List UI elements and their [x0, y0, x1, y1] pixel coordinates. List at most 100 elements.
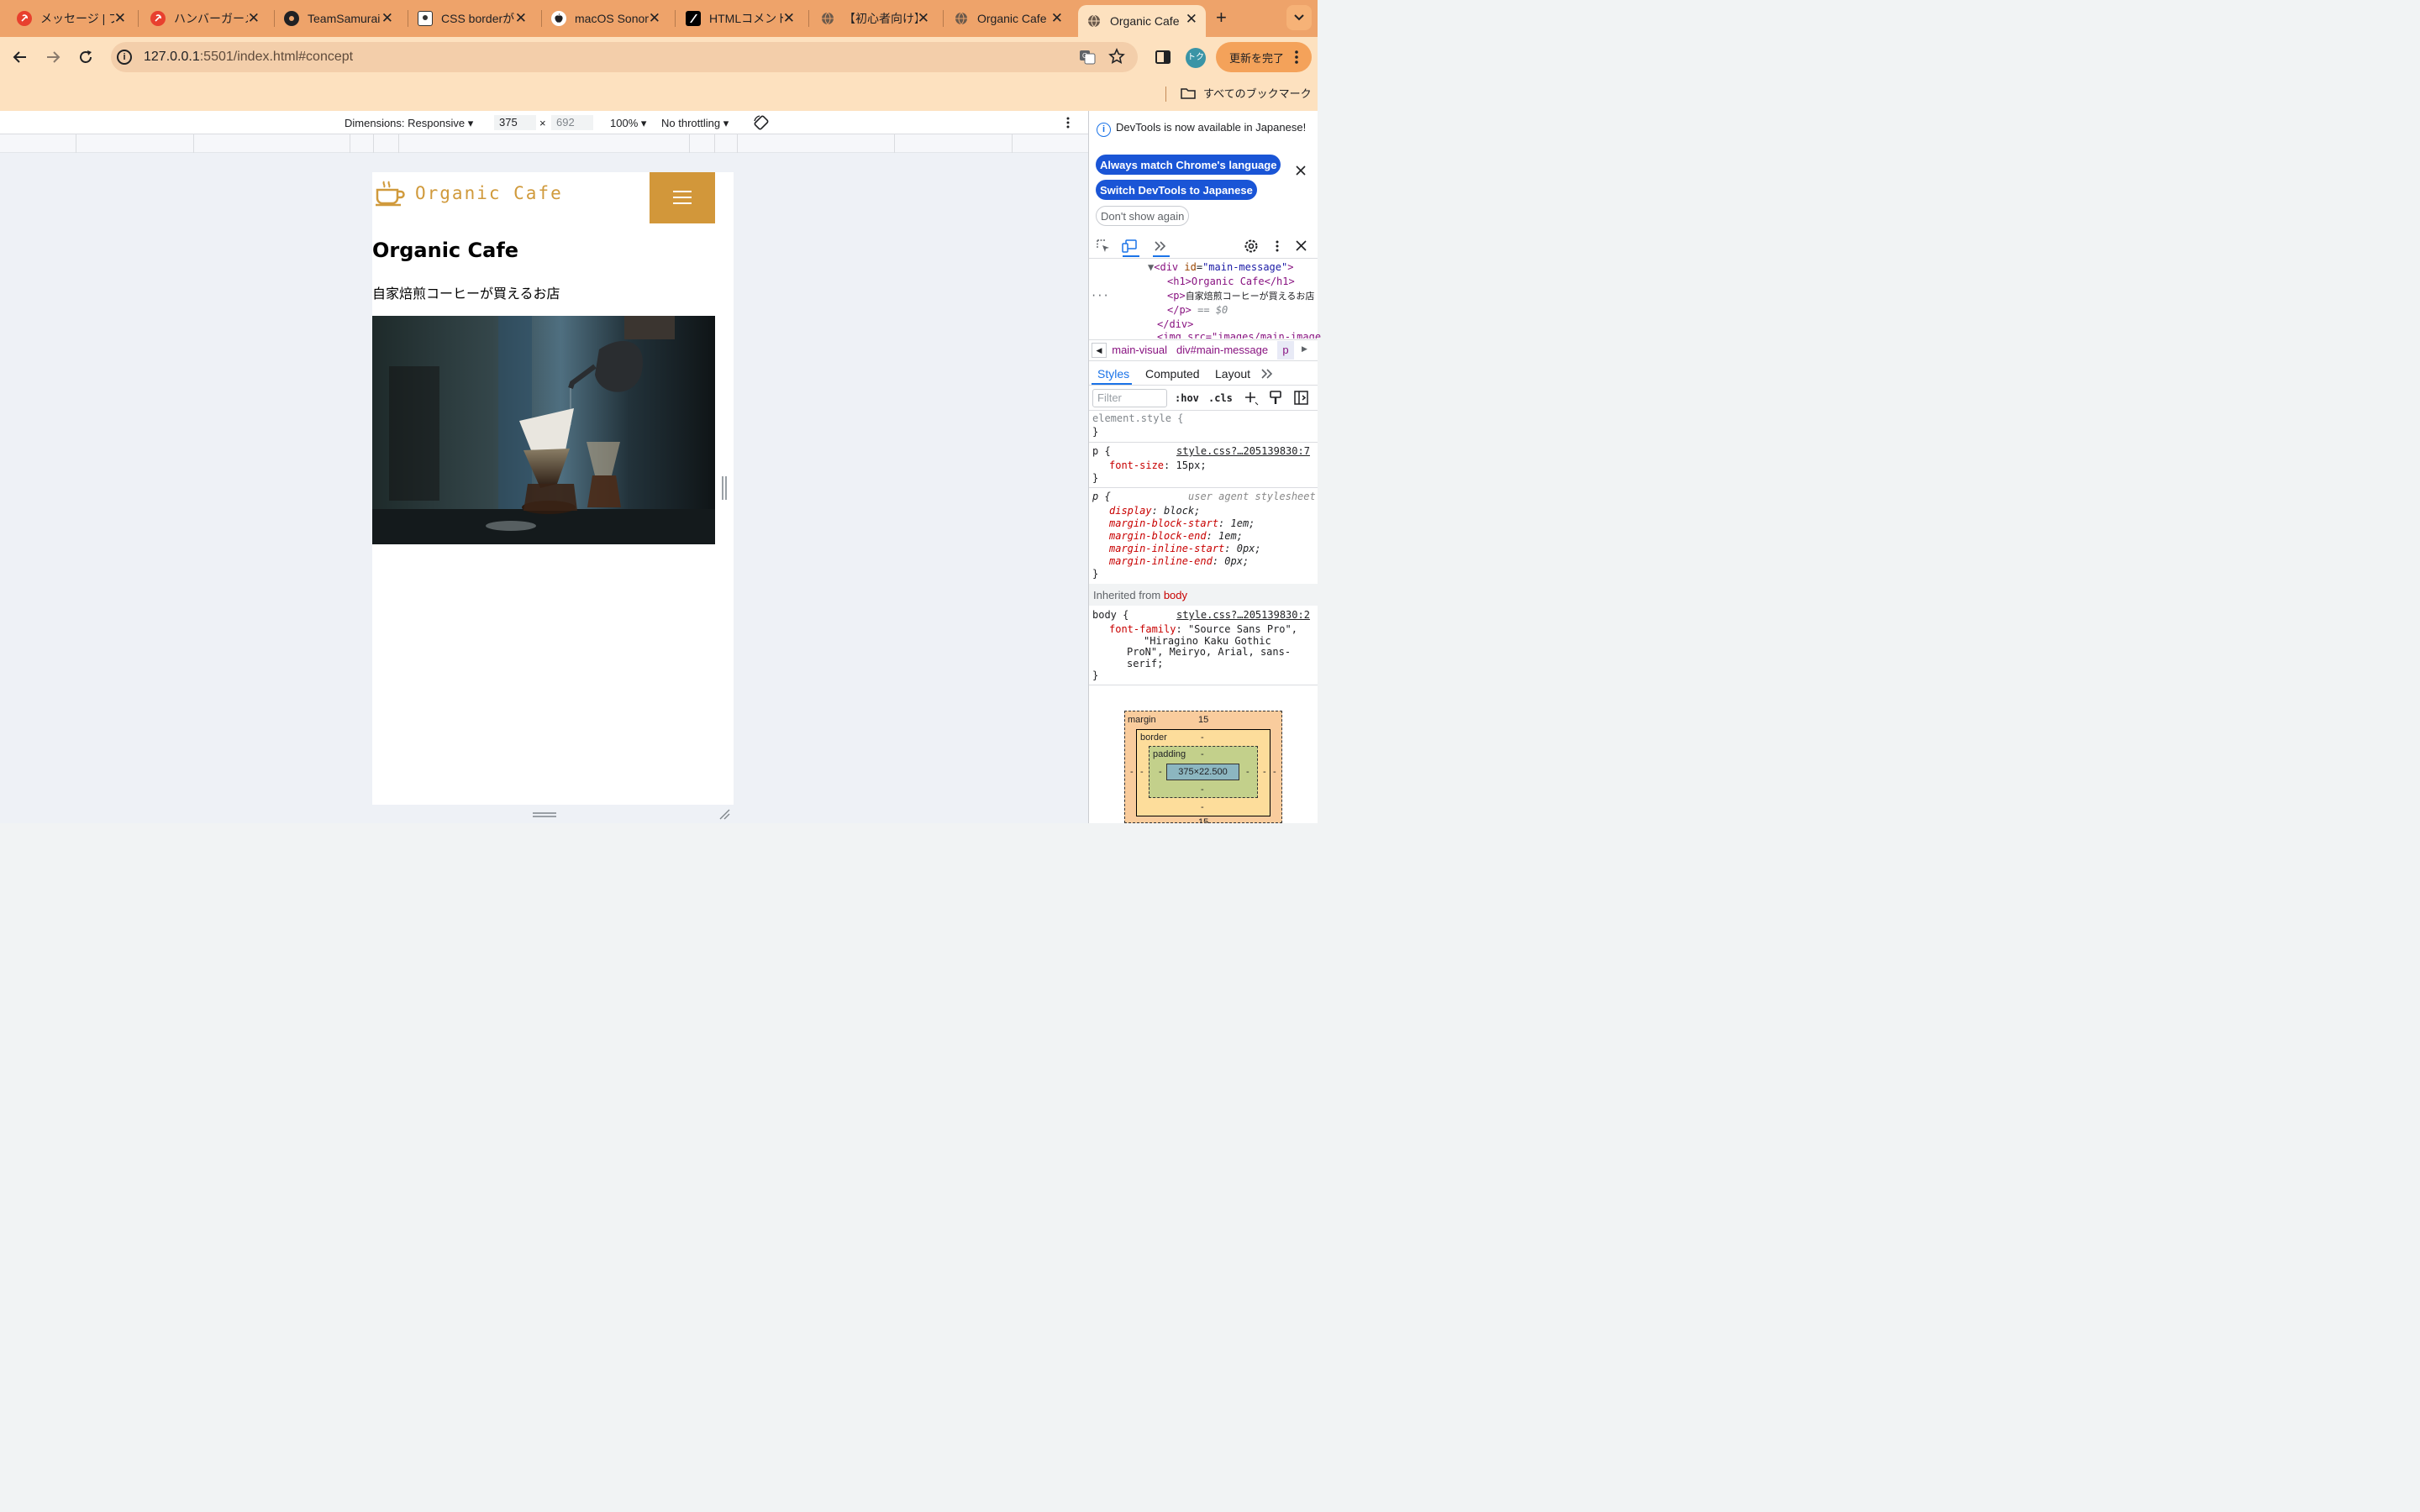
ua-rule-selector[interactable]: p { — [1092, 491, 1111, 503]
more-style-tabs-icon[interactable] — [1260, 368, 1274, 380]
border-right-value[interactable]: - — [1263, 767, 1266, 777]
more-tabs-chevron-icon[interactable] — [1154, 240, 1167, 252]
tab-1[interactable]: メッセージ | ブ ✕ — [17, 0, 134, 37]
tab-2[interactable]: ハンバーガーメ ✕ — [150, 0, 268, 37]
always-match-language-button[interactable]: Always match Chrome's language — [1096, 155, 1281, 175]
border-top-value[interactable]: - — [1201, 732, 1204, 743]
breadcrumb-main-visual[interactable]: main-visual — [1110, 344, 1167, 356]
body-rule-source-link[interactable]: style.css?…205139830:2 — [1176, 609, 1310, 622]
box-model-content-size[interactable]: 375×22.500 — [1166, 764, 1239, 780]
margin-left-value[interactable]: - — [1130, 767, 1134, 777]
close-devtools-icon[interactable] — [1296, 240, 1307, 251]
margin-right-value[interactable]: - — [1273, 767, 1276, 777]
dom-ellipsis-icon[interactable]: ··· — [1091, 289, 1109, 303]
new-tab-icon[interactable]: + — [1216, 8, 1227, 27]
device-more-icon[interactable] — [1066, 117, 1070, 129]
dom-node-img[interactable]: <img src="images/main-image — [1157, 332, 1321, 339]
hamburger-menu-button[interactable] — [650, 172, 715, 223]
all-bookmarks-link[interactable]: すべてのブックマーク — [1203, 85, 1312, 101]
device-height-input[interactable]: 692 — [551, 115, 593, 130]
paint-brush-icon[interactable] — [1269, 391, 1282, 406]
p-rule-source-link[interactable]: style.css?…205139830:7 — [1176, 445, 1310, 458]
tab-7[interactable]: 【初心者向け】 ✕ — [820, 0, 938, 37]
p-font-size-declaration[interactable]: font-size: 15px; — [1109, 459, 1207, 472]
close-tab-icon[interactable]: ✕ — [649, 11, 660, 25]
p-rule-selector[interactable]: p { — [1092, 445, 1111, 458]
reload-icon[interactable] — [77, 49, 94, 66]
switch-to-japanese-button[interactable]: Switch DevTools to Japanese — [1096, 180, 1257, 200]
kebab-menu-icon[interactable] — [1295, 50, 1298, 64]
padding-bottom-value[interactable]: - — [1201, 785, 1204, 795]
styles-filter-input[interactable]: Filter — [1092, 389, 1167, 407]
new-rule-icon[interactable] — [1244, 391, 1259, 406]
profile-avatar[interactable]: トク — [1186, 48, 1206, 68]
close-tab-icon[interactable]: ✕ — [381, 11, 393, 25]
url-text[interactable]: 127.0.0.1:5501/index.html#concept — [144, 49, 353, 66]
breadcrumb-p[interactable]: p — [1277, 341, 1294, 360]
close-tab-icon[interactable]: ✕ — [1051, 11, 1063, 25]
close-tab-icon[interactable]: ✕ — [515, 11, 527, 25]
sidebar-toggle-icon[interactable] — [1294, 391, 1308, 405]
translate-icon[interactable]: G — [1079, 49, 1096, 66]
element-style-rule[interactable]: element.style { — [1092, 412, 1183, 425]
inspect-element-icon[interactable] — [1097, 239, 1110, 253]
margin-bottom-value[interactable]: 15 — [1198, 818, 1208, 823]
tab-search-button[interactable] — [1286, 5, 1312, 30]
dom-node-h1[interactable]: <h1>Organic Cafe</h1> — [1167, 275, 1295, 289]
resize-handle-right[interactable] — [722, 476, 723, 500]
body-rule-selector[interactable]: body { — [1092, 609, 1128, 622]
dont-show-again-button[interactable]: Don't show again — [1096, 206, 1190, 226]
dimensions-select[interactable]: Dimensions: Responsive ▾ — [345, 117, 473, 130]
forward-icon[interactable] — [45, 49, 61, 66]
settings-gear-icon[interactable] — [1244, 239, 1259, 254]
resize-handle-bottom[interactable] — [533, 812, 556, 814]
height-value: 692 — [556, 116, 575, 129]
tab-layout[interactable]: Layout — [1215, 367, 1250, 381]
bookmark-star-icon[interactable] — [1108, 48, 1125, 65]
padding-top-value[interactable]: - — [1201, 749, 1204, 759]
class-toggle[interactable]: .cls — [1208, 392, 1233, 405]
tab-5[interactable]: macOS Sonoma ✕ — [551, 0, 669, 37]
side-panel-icon[interactable] — [1155, 50, 1171, 65]
close-tab-icon[interactable]: ✕ — [1186, 12, 1197, 26]
body-font-family-declaration[interactable]: font-family: "Source Sans Pro", — [1109, 623, 1297, 636]
close-tab-icon[interactable]: ✕ — [248, 11, 260, 25]
border-left-value[interactable]: - — [1140, 767, 1144, 777]
site-info-icon[interactable]: i — [117, 50, 132, 65]
tab-styles[interactable]: Styles — [1097, 367, 1129, 381]
tab-6[interactable]: HTMLコメント ✕ — [686, 0, 803, 37]
site-logo-text[interactable]: Organic Cafe — [415, 183, 563, 203]
close-notice-icon[interactable] — [1295, 165, 1307, 176]
tab-4[interactable]: CSS borderが ✕ — [418, 0, 535, 37]
tab-9-active[interactable]: Organic Cafe ✕ — [1078, 5, 1206, 37]
throttling-select[interactable]: No throttling ▾ — [661, 117, 729, 130]
tab-3[interactable]: TeamSamurai ✕ — [284, 0, 402, 37]
border-bottom-value[interactable]: - — [1201, 802, 1204, 812]
rotate-icon[interactable] — [753, 114, 770, 131]
hover-state-toggle[interactable]: :hov — [1175, 392, 1199, 405]
breadcrumb-main-message[interactable]: div#main-message — [1176, 344, 1268, 356]
breadcrumb-right-icon[interactable]: ▶ — [1302, 344, 1307, 354]
hero-coffee-photo — [372, 316, 715, 544]
devtools-kebab-icon[interactable] — [1276, 240, 1279, 252]
inherited-from-link[interactable]: body — [1164, 589, 1187, 601]
zoom-select[interactable]: 100% ▾ — [610, 117, 646, 130]
dom-node-div[interactable]: ▼<div id="main-message"> — [1148, 260, 1293, 275]
device-width-input[interactable]: 375 — [494, 115, 536, 130]
tab-computed[interactable]: Computed — [1145, 367, 1200, 381]
viewport-bottom-bar — [372, 805, 734, 823]
hamburger-line — [673, 197, 692, 198]
dom-node-p[interactable]: <p>自家焙煎コーヒーが買えるお店 — [1167, 289, 1314, 303]
padding-right-value[interactable]: - — [1246, 767, 1249, 777]
margin-top-value[interactable]: 15 — [1198, 715, 1208, 725]
tab-8[interactable]: Organic Cafe ✕ — [954, 0, 1071, 37]
resize-corner-icon[interactable] — [718, 808, 730, 820]
close-tab-icon[interactable]: ✕ — [918, 11, 929, 25]
close-tab-icon[interactable]: ✕ — [114, 11, 126, 25]
close-tab-icon[interactable]: ✕ — [783, 11, 795, 25]
back-icon[interactable] — [12, 49, 29, 66]
media-query-ruler — [0, 134, 1088, 153]
padding-left-value[interactable]: - — [1159, 767, 1162, 777]
breadcrumb-left-icon[interactable]: ◀ — [1092, 343, 1107, 358]
device-toggle-icon[interactable] — [1122, 239, 1137, 253]
